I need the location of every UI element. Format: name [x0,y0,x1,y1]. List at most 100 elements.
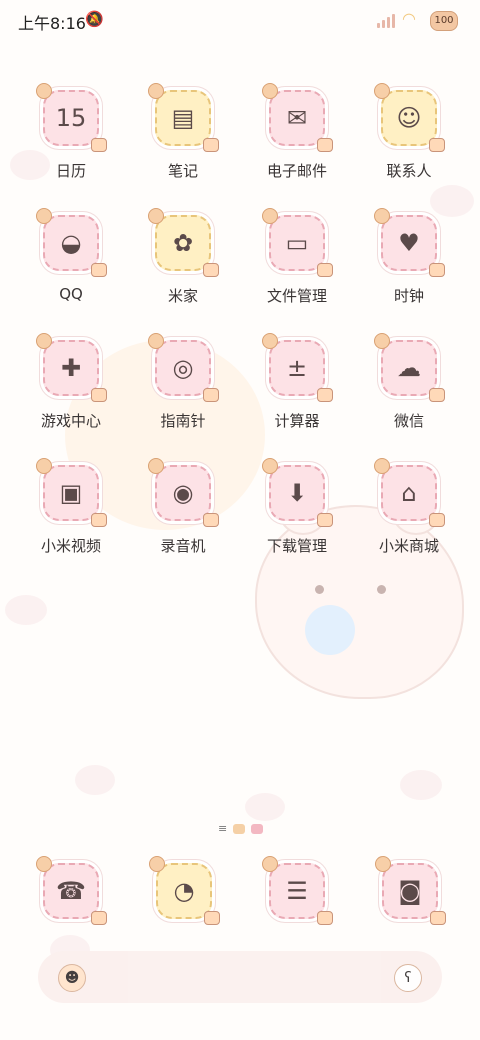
signal-strength-icon [377,14,395,28]
status-time: 上午8:16 [18,14,86,33]
app-label: 电子邮件 [266,162,327,180]
page-dot-active [233,823,246,834]
cookie-badge-icon [36,856,52,872]
app-qq-penguin[interactable]: ◒ QQ [16,208,126,303]
dock-phone[interactable]: ☎ [36,856,107,925]
app-calendar[interactable]: 15 日历 [16,83,126,181]
app-gamepad[interactable]: ✚ 游戏中心 [16,333,126,431]
bear-badge-icon [317,911,333,925]
app-label: 计算器 [274,412,320,430]
app-label: 小米视频 [40,537,101,555]
dock-chat-bubble[interactable]: ☰ [262,856,333,925]
assistant-avatar-icon[interactable]: ☻ [58,964,86,992]
video-tv-icon: ▣ [43,465,99,521]
page-dot [251,823,264,834]
wallpaper-cloud [245,793,285,821]
cookie-badge-icon [36,458,52,474]
wallpaper-cloud [430,185,474,217]
app-calculator[interactable]: ± 计算器 [242,333,352,431]
cookie-badge-icon [36,83,52,99]
app-wechat[interactable]: ☁ 微信 [354,333,464,431]
app-compass[interactable]: ◎ 指南针 [128,333,238,431]
bear-badge-icon [203,138,219,152]
app-label: 下载管理 [266,537,327,555]
bear-badge-icon [317,138,333,152]
app-mijia-flower[interactable]: ✿ 米家 [128,208,238,306]
bear-badge-icon [91,138,107,152]
bear-badge-icon [430,911,446,925]
bear-badge-icon [91,388,107,402]
bear-badge-icon [429,138,445,152]
mail-icon: ✉ [269,90,325,146]
app-download[interactable]: ⬇ 下载管理 [242,458,352,556]
wallpaper-cloud [75,765,115,795]
cookie-badge-icon [36,208,52,224]
cookie-badge-icon [148,458,164,474]
page-indicator[interactable]: ≡ [218,822,264,835]
qq-penguin-icon: ◒ [43,215,99,271]
bear-badge-icon [317,513,333,527]
cookie-badge-icon [262,208,278,224]
phone-icon: ☎ [43,863,99,919]
cookie-badge-icon [148,333,164,349]
battery-indicator: 100 [430,11,458,31]
app-label: 小米商城 [378,537,439,555]
app-recorder[interactable]: ◉ 录音机 [128,458,238,556]
wallpaper-cloud [5,595,47,625]
cookie-badge-icon [148,83,164,99]
app-mail[interactable]: ✉ 电子邮件 [242,83,352,181]
app-label: 游戏中心 [40,412,101,430]
cookie-badge-icon [149,856,165,872]
cookie-badge-icon [262,333,278,349]
cookie-badge-icon [148,208,164,224]
wifi-icon: ◠ [402,9,416,28]
gamepad-icon: ✚ [43,340,99,396]
mijia-flower-icon: ✿ [155,215,211,271]
app-file-manager[interactable]: ▭ 文件管理 [242,208,352,306]
bear-mascot-icon[interactable]: ʕ [394,964,422,992]
app-label: 指南针 [160,412,206,430]
mute-bell-icon: 🔕 [85,10,104,28]
app-shop-bag[interactable]: ⌂ 小米商城 [354,458,464,556]
notes-icon: ▤ [155,90,211,146]
calculator-icon: ± [269,340,325,396]
bear-badge-icon [429,263,445,277]
compass-icon: ◎ [155,340,211,396]
bear-badge-icon [203,513,219,527]
bear-badge-icon [91,263,107,277]
shop-bag-icon: ⌂ [381,465,437,521]
cookie-badge-icon [262,856,278,872]
app-label: 笔记 [167,162,198,180]
dock-camera[interactable]: ◙ [375,856,446,925]
list-page-icon: ≡ [218,822,228,835]
cookie-badge-icon [262,83,278,99]
calendar-icon: 15 [43,90,99,146]
chat-bubble-icon: ☰ [269,863,325,919]
app-label: 米家 [167,287,198,305]
app-notes[interactable]: ▤ 笔记 [128,83,238,181]
download-icon: ⬇ [269,465,325,521]
cookie-badge-icon [36,333,52,349]
wallpaper-cloud [400,770,442,800]
app-video-tv[interactable]: ▣ 小米视频 [16,458,126,556]
dock-messages[interactable]: ◔ [149,856,220,925]
app-contacts[interactable]: ☺ 联系人 [354,83,464,181]
recorder-icon: ◉ [155,465,211,521]
app-clock[interactable]: ♥ 时钟 [354,208,464,306]
bear-badge-icon [429,388,445,402]
bear-badge-icon [203,263,219,277]
app-label: 日历 [55,162,86,180]
app-label: 联系人 [386,162,432,180]
clock-icon: ♥ [381,215,437,271]
cookie-badge-icon [262,458,278,474]
cookie-badge-icon [375,856,391,872]
app-label: QQ [59,285,83,303]
file-manager-icon: ▭ [269,215,325,271]
bear-badge-icon [203,388,219,402]
app-label: 录音机 [160,537,206,555]
bear-badge-icon [429,513,445,527]
app-label: 时钟 [393,287,424,305]
status-bar: 上午8:16 🔕 ◠ 100 [0,0,480,40]
search-bar[interactable]: ☻ ʕ [38,951,442,1003]
app-label: 文件管理 [266,287,327,305]
